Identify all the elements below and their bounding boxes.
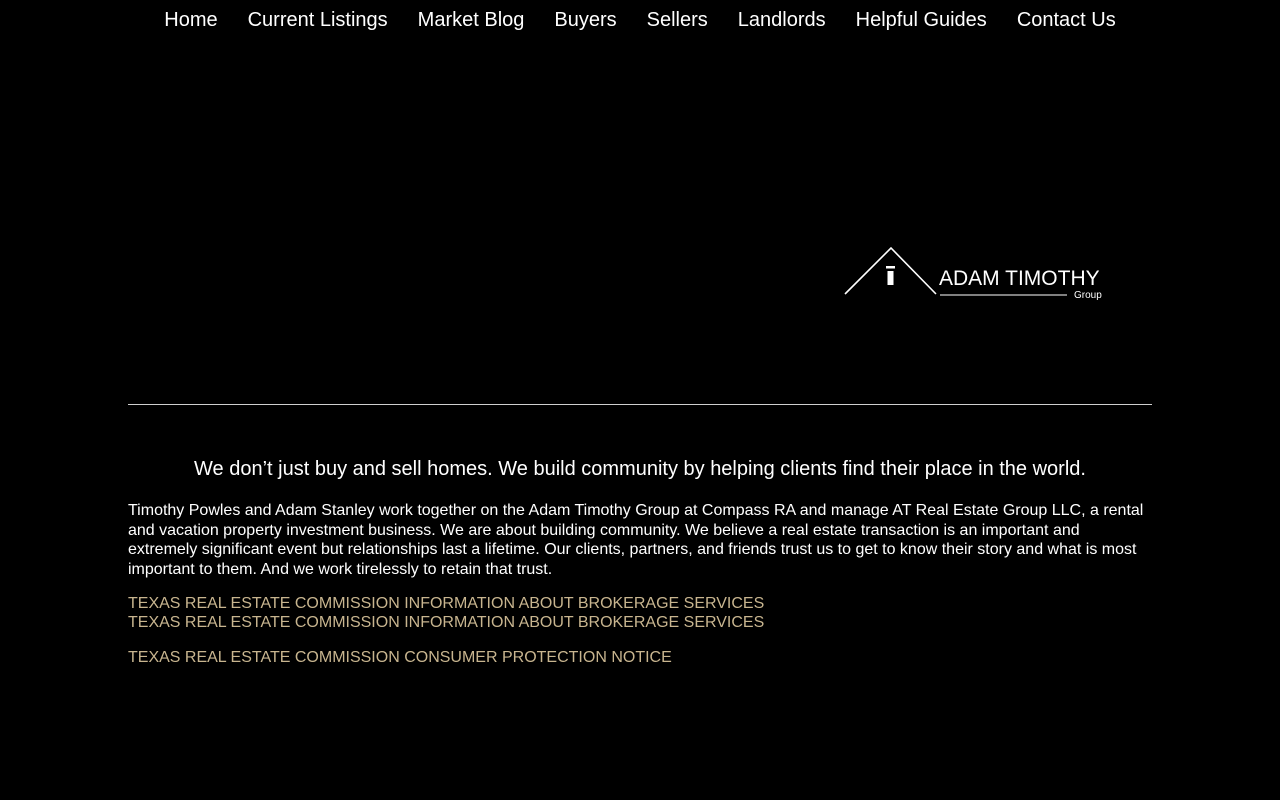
trec-brokerage-link-duplicate[interactable]: TEXAS REAL ESTATE COMMISSION INFORMATION…: [128, 613, 1152, 632]
logo-graphic: ADAM TIMOTHY Group: [844, 246, 1102, 301]
nav-sellers[interactable]: Sellers: [647, 0, 708, 30]
section-divider: [128, 404, 1152, 405]
main-nav: Home Current Listings Market Blog Buyers…: [0, 0, 1280, 42]
trec-brokerage-link[interactable]: TEXAS REAL ESTATE COMMISSION INFORMATION…: [128, 594, 1152, 613]
adam-timothy-logo[interactable]: ADAM TIMOTHY Group: [843, 246, 1113, 302]
nav-landlords[interactable]: Landlords: [738, 0, 826, 30]
nav-helpful-guides[interactable]: Helpful Guides: [856, 0, 987, 30]
trec-consumer-protection-link[interactable]: TEXAS REAL ESTATE COMMISSION CONSUMER PR…: [128, 648, 1152, 667]
tagline-heading: We don’t just buy and sell homes. We bui…: [194, 458, 1086, 480]
trec-links: TEXAS REAL ESTATE COMMISSION INFORMATION…: [128, 594, 1152, 667]
nav-buyers[interactable]: Buyers: [554, 0, 616, 30]
house-roof-icon: [844, 246, 937, 295]
logo-subtitle: Group: [1074, 290, 1102, 301]
about-paragraph: Timothy Powles and Adam Stanley work tog…: [128, 502, 1144, 578]
nav-current-listings[interactable]: Current Listings: [248, 0, 388, 30]
nav-home[interactable]: Home: [164, 0, 217, 30]
nav-contact-us[interactable]: Contact Us: [1017, 0, 1116, 30]
nav-market-blog[interactable]: Market Blog: [418, 0, 525, 30]
logo-wordmark: ADAM TIMOTHY: [939, 267, 1100, 290]
